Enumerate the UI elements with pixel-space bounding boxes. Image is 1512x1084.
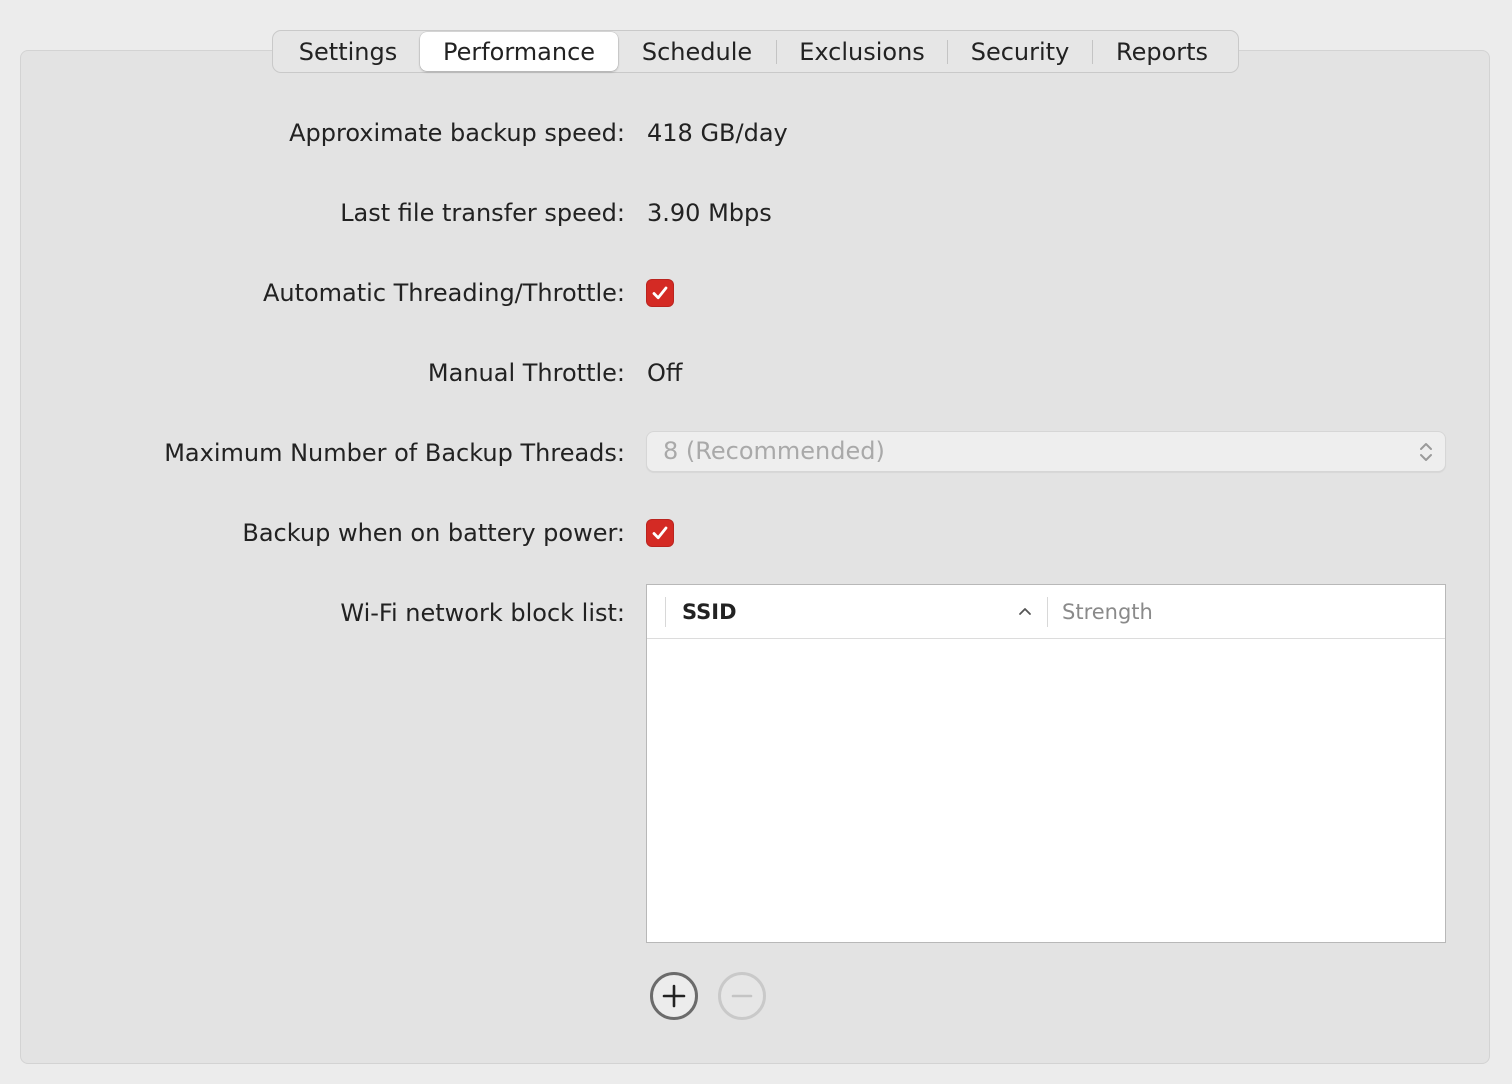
max-threads-selected-value: 8 (Recommended) [663, 437, 885, 465]
chevron-up-icon [1019, 608, 1031, 615]
checkmark-icon [652, 526, 668, 540]
minus-icon [731, 994, 753, 998]
auto-throttle-label: Automatic Threading/Throttle: [262, 279, 625, 307]
max-threads-label: Maximum Number of Backup Threads: [164, 439, 625, 467]
manual-throttle-value: Off [647, 359, 683, 387]
wifi-block-label: Wi-Fi network block list: [340, 599, 625, 627]
tab-security[interactable]: Security [948, 32, 1092, 71]
tab-schedule[interactable]: Schedule [618, 32, 776, 71]
tab-reports[interactable]: Reports [1093, 32, 1231, 71]
max-threads-select[interactable]: 8 (Recommended) [646, 431, 1446, 472]
remove-network-button[interactable] [718, 972, 766, 1020]
checkmark-icon [652, 286, 668, 300]
tab-exclusions[interactable]: Exclusions [777, 32, 947, 71]
column-separator [1047, 597, 1048, 627]
battery-label: Backup when on battery power: [242, 519, 625, 547]
up-down-chevron-icon [1420, 443, 1432, 461]
column-header-ssid[interactable]: SSID [682, 597, 737, 627]
backup-speed-label: Approximate backup speed: [289, 119, 625, 147]
auto-throttle-checkbox[interactable] [646, 279, 674, 307]
wifi-block-table[interactable]: SSID Strength [646, 584, 1446, 943]
column-separator [665, 597, 666, 627]
add-network-button[interactable] [650, 972, 698, 1020]
tab-settings[interactable]: Settings [276, 32, 420, 71]
transfer-speed-value: 3.90 Mbps [647, 199, 772, 227]
transfer-speed-label: Last file transfer speed: [340, 199, 625, 227]
tab-bar: Settings Performance Schedule Exclusions… [272, 30, 1239, 73]
plus-icon [662, 984, 686, 1008]
table-header: SSID Strength [647, 585, 1445, 639]
tab-performance[interactable]: Performance [420, 32, 618, 71]
manual-throttle-label: Manual Throttle: [427, 359, 625, 387]
backup-speed-value: 418 GB/day [647, 119, 788, 147]
column-header-strength[interactable]: Strength [1062, 597, 1153, 627]
battery-checkbox[interactable] [646, 519, 674, 547]
